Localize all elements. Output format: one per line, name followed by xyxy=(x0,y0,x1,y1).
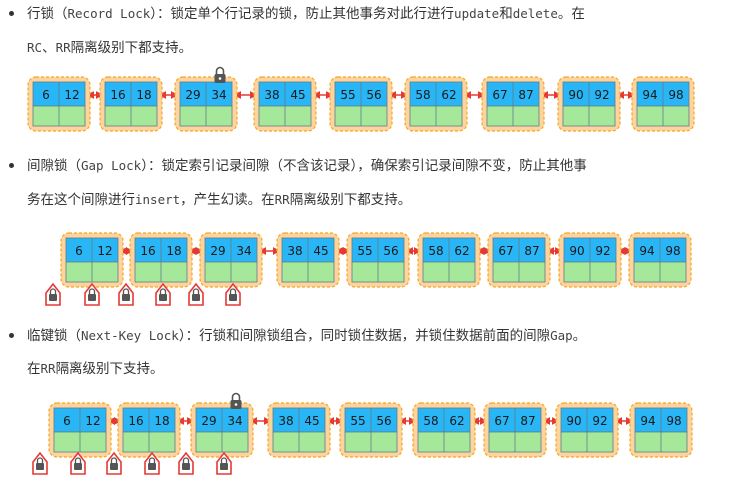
key-value: 34 xyxy=(211,88,226,102)
key-value: 34 xyxy=(236,244,251,258)
key-value: 18 xyxy=(136,88,151,102)
index-node: 58 62 xyxy=(417,232,481,288)
index-node: 90 92 xyxy=(555,402,619,458)
key-value: 38 xyxy=(264,88,279,102)
key-value: 58 xyxy=(428,244,443,258)
key-value: 90 xyxy=(569,244,584,258)
index-node: 38 45 xyxy=(276,232,340,288)
index-node: 67 87 xyxy=(487,232,551,288)
index-node: 90 92 xyxy=(558,232,622,288)
index-node: 67 87 xyxy=(483,402,547,458)
key-value: 94 xyxy=(640,414,655,428)
key-value: 62 xyxy=(441,88,456,102)
diagram-2: 6 12 16 18 29 34 38 45 55 56 58 62 67 87 90 92 94 98 xyxy=(45,232,692,306)
key-value: 94 xyxy=(639,244,654,258)
key-value: 56 xyxy=(383,244,398,258)
key-value: 34 xyxy=(227,414,242,428)
key-value: 62 xyxy=(449,414,464,428)
key-value: 16 xyxy=(110,88,125,102)
key-value: 92 xyxy=(594,88,609,102)
index-node: 94 98 xyxy=(631,76,695,132)
index-node: 29 34 xyxy=(174,76,238,132)
index-node: 6 12 xyxy=(27,76,91,132)
key-value: 58 xyxy=(423,414,438,428)
key-value: 16 xyxy=(140,244,155,258)
index-node: 38 45 xyxy=(267,402,331,458)
key-value: 94 xyxy=(642,88,657,102)
key-value: 87 xyxy=(518,88,533,102)
gap-lock-icon xyxy=(178,451,194,475)
key-value: 16 xyxy=(128,414,143,428)
key-value: 29 xyxy=(185,88,200,102)
key-value: 67 xyxy=(498,244,513,258)
key-value: 12 xyxy=(64,88,79,102)
index-node: 55 56 xyxy=(329,76,393,132)
key-value: 58 xyxy=(415,88,430,102)
index-node: 6 12 xyxy=(60,232,124,288)
key-value: 45 xyxy=(304,414,319,428)
key-value: 29 xyxy=(210,244,225,258)
key-value: 56 xyxy=(376,414,391,428)
index-node: 16 18 xyxy=(117,402,181,458)
diagram-1: 6 12 16 18 29 34 38 45 55 56 58 62 67 87 90 92 94 98 xyxy=(27,66,695,132)
index-node: 38 45 xyxy=(253,76,317,132)
index-node: 94 98 xyxy=(628,232,692,288)
key-value: 87 xyxy=(520,414,535,428)
index-node: 55 56 xyxy=(346,232,410,288)
key-value: 55 xyxy=(340,88,355,102)
key-value: 18 xyxy=(154,414,169,428)
index-node: 29 34 xyxy=(190,402,254,458)
gap-lock-icon xyxy=(106,451,122,475)
index-node: 16 18 xyxy=(129,232,193,288)
key-value: 6 xyxy=(42,88,50,102)
index-node: 29 34 xyxy=(199,232,263,288)
record-lock-icon xyxy=(214,66,226,83)
index-node: 16 18 xyxy=(99,76,163,132)
key-value: 67 xyxy=(492,88,507,102)
index-node: 94 98 xyxy=(629,402,693,458)
key-value: 45 xyxy=(313,244,328,258)
key-value: 98 xyxy=(665,244,680,258)
key-value: 56 xyxy=(366,88,381,102)
key-value: 38 xyxy=(278,414,293,428)
key-value: 98 xyxy=(668,88,683,102)
gap-lock-icon xyxy=(118,282,134,306)
key-value: 29 xyxy=(201,414,216,428)
index-node: 58 62 xyxy=(404,76,468,132)
key-value: 90 xyxy=(566,414,581,428)
key-value: 92 xyxy=(595,244,610,258)
key-value: 6 xyxy=(63,414,71,428)
key-value: 62 xyxy=(454,244,469,258)
index-node: 55 56 xyxy=(339,402,403,458)
key-value: 38 xyxy=(287,244,302,258)
gap-lock-icon xyxy=(188,282,204,306)
key-value: 12 xyxy=(85,414,100,428)
index-node: 58 62 xyxy=(412,402,476,458)
key-value: 12 xyxy=(97,244,112,258)
key-value: 45 xyxy=(290,88,305,102)
index-node: 67 87 xyxy=(481,76,545,132)
index-node: 6 12 xyxy=(48,402,112,458)
gap-lock-icon xyxy=(32,451,48,475)
key-value: 90 xyxy=(568,88,583,102)
key-value: 55 xyxy=(357,244,372,258)
key-value: 87 xyxy=(524,244,539,258)
key-value: 98 xyxy=(666,414,681,428)
key-value: 67 xyxy=(494,414,509,428)
index-node: 90 92 xyxy=(557,76,621,132)
gap-lock-icon xyxy=(45,282,61,306)
diagram-3: 6 12 16 18 29 34 38 45 55 56 58 62 67 87 90 92 94 98 xyxy=(32,392,693,475)
record-lock-icon xyxy=(230,392,242,409)
key-value: 55 xyxy=(350,414,365,428)
index-diagrams: 6 12 16 18 29 34 38 45 55 56 58 62 67 87 90 92 94 986 12 16… xyxy=(27,66,695,475)
key-value: 18 xyxy=(166,244,181,258)
key-value: 6 xyxy=(75,244,83,258)
key-value: 92 xyxy=(592,414,607,428)
